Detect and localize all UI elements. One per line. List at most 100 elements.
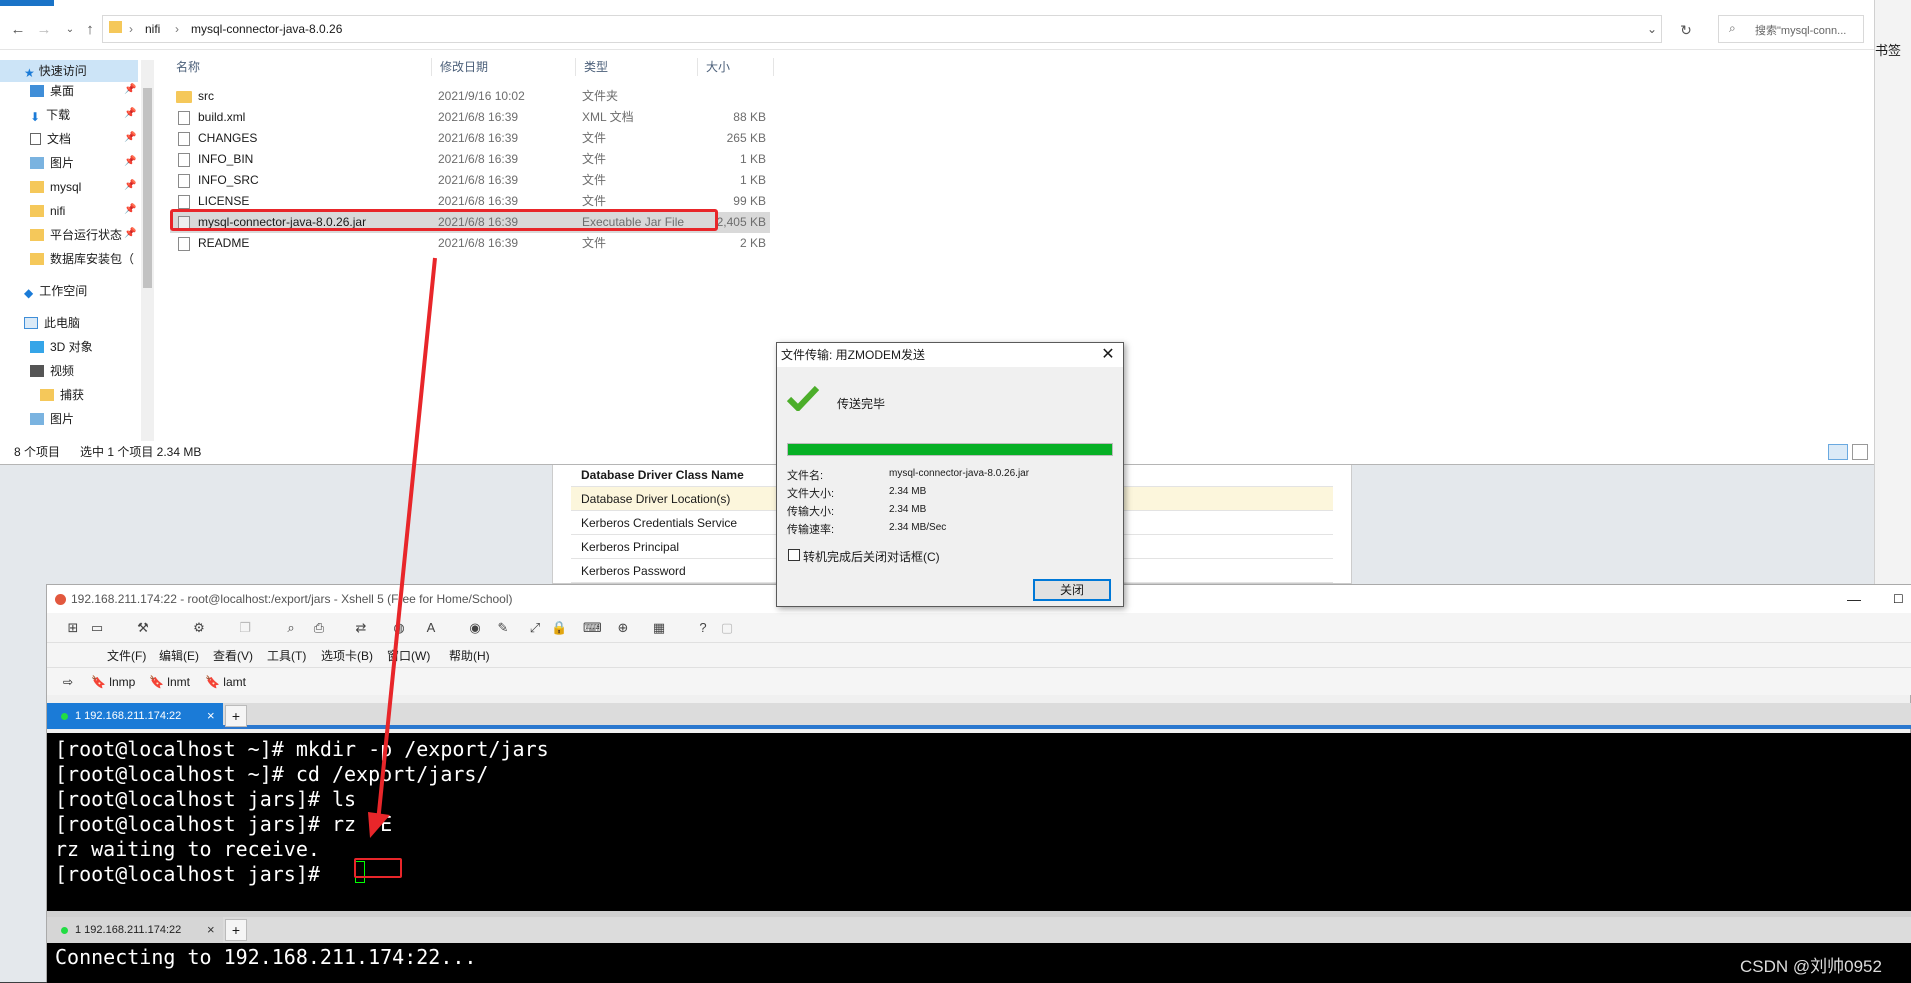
sidebar-item-label: 图片 xyxy=(50,156,75,170)
column-header-size[interactable]: 大小 xyxy=(698,58,774,76)
pin-icon[interactable]: 📌 xyxy=(124,156,136,167)
back-arrow-icon[interactable]: ← xyxy=(8,20,28,40)
pin-icon[interactable]: 📌 xyxy=(124,132,136,143)
keyboard-icon[interactable]: ⌨ xyxy=(583,621,602,635)
sidebar-item-this-pc[interactable]: 此电脑 xyxy=(24,312,80,334)
sidebar-item-downloads[interactable]: ⬇ 下载 xyxy=(30,104,70,126)
pin-icon[interactable]: 📌 xyxy=(124,228,136,239)
file-row[interactable]: src 2021/9/16 10:02 文件夹 xyxy=(170,86,770,107)
print-icon[interactable]: ⎙ xyxy=(311,621,327,635)
lock-icon[interactable]: 🔒 xyxy=(551,621,567,635)
menu-window[interactable]: 窗口(W) xyxy=(387,647,430,664)
field-value: mysql-connector-java-8.0.26.jar xyxy=(889,468,1030,479)
pin-icon[interactable]: 📌 xyxy=(124,180,136,191)
find-icon[interactable]: ⌕ xyxy=(283,621,299,635)
maximize-icon[interactable]: ☐ xyxy=(1893,585,1904,613)
address-input[interactable]: › nifi › mysql-connector-java-8.0.26 ⌄ xyxy=(102,15,1662,43)
sidebar-item-label: nifi xyxy=(50,204,66,218)
sidebar-item-capture[interactable]: 捕获 xyxy=(40,384,84,406)
forward-arrow-icon[interactable]: → xyxy=(34,20,54,40)
bookmark-arrow-icon[interactable]: ⇨ xyxy=(63,675,73,689)
menu-edit[interactable]: 编辑(E) xyxy=(159,647,199,664)
column-header-type[interactable]: 类型 xyxy=(576,58,698,76)
session-tab-2[interactable]: 1 192.168.211.174:22 × xyxy=(47,917,223,943)
sidebar-item-db-packages[interactable]: 数据库安装包（ xyxy=(30,248,138,270)
new-tab-button[interactable]: + xyxy=(225,919,247,941)
large-icons-view-icon[interactable] xyxy=(1852,444,1868,460)
script-icon[interactable]: ✎ xyxy=(495,621,511,635)
refresh-icon[interactable]: ↻ xyxy=(1676,20,1696,40)
new-tab-button[interactable]: + xyxy=(225,705,247,727)
file-name: CHANGES xyxy=(198,131,258,145)
copy-icon[interactable]: ❐ xyxy=(237,621,253,635)
sidebar-item-pictures-2[interactable]: 图片 xyxy=(30,408,74,430)
bookmark-lnmt[interactable]: 🔖 lnmt xyxy=(149,675,190,689)
menu-file[interactable]: 文件(F) xyxy=(107,647,146,664)
close-icon[interactable]: ✕ xyxy=(1097,345,1119,365)
close-tab-icon[interactable]: × xyxy=(207,703,215,729)
recent-chevron-icon[interactable]: ⌄ xyxy=(60,20,80,40)
file-name: README xyxy=(198,236,250,250)
picture-icon xyxy=(30,413,44,425)
up-arrow-icon[interactable]: ↑ xyxy=(80,20,100,40)
chat-icon[interactable]: ▢ xyxy=(719,621,735,635)
close-button[interactable]: 关闭 xyxy=(1033,579,1111,601)
sidebar-item-documents[interactable]: 文档 xyxy=(30,128,71,150)
file-row[interactable]: CHANGES 2021/6/8 16:39 文件 265 KB xyxy=(170,128,770,149)
sidebar-item-nifi[interactable]: nifi xyxy=(30,200,65,222)
pin-icon[interactable]: 📌 xyxy=(124,84,136,95)
terminal-pane-2[interactable]: Connecting to 192.168.211.174:22... xyxy=(47,943,1911,983)
sidebar-item-platform[interactable]: 平台运行状态 xyxy=(30,224,122,246)
layout-icon[interactable]: ▦ xyxy=(651,621,667,635)
file-row[interactable]: INFO_SRC 2021/6/8 16:39 文件 1 KB xyxy=(170,170,770,191)
terminal-pane[interactable]: [root@localhost ~]# mkdir -p /export/jar… xyxy=(47,733,1911,911)
close-tab-icon[interactable]: × xyxy=(207,917,215,943)
menu-tabs[interactable]: 选项卡(B) xyxy=(321,647,373,664)
menu-tools[interactable]: 工具(T) xyxy=(267,647,306,664)
menu-view[interactable]: 查看(V) xyxy=(213,647,253,664)
sidebar-item-3d[interactable]: 3D 对象 xyxy=(30,336,93,358)
sidebar-item-mysql[interactable]: mysql xyxy=(30,176,81,198)
sidebar-item-desktop[interactable]: 桌面 xyxy=(30,80,74,102)
search-input[interactable]: ⌕ 搜索"mysql-conn... xyxy=(1718,15,1864,43)
add-icon[interactable]: ⊕ xyxy=(615,621,631,635)
help-icon[interactable]: ? xyxy=(695,621,711,635)
open-folder-icon[interactable]: ▭ xyxy=(89,621,105,635)
file-row[interactable]: INFO_BIN 2021/6/8 16:39 文件 1 KB xyxy=(170,149,770,170)
column-header-date[interactable]: 修改日期 xyxy=(432,58,576,76)
menu-help[interactable]: 帮助(H) xyxy=(449,647,490,664)
sidebar-item-pictures[interactable]: 图片 xyxy=(30,152,74,174)
file-row[interactable]: README 2021/6/8 16:39 文件 2 KB xyxy=(170,233,770,254)
file-row[interactable]: build.xml 2021/6/8 16:39 XML 文档 88 KB xyxy=(170,107,770,128)
globe-icon[interactable]: ◍ xyxy=(391,621,407,635)
session-tab[interactable]: 1 192.168.211.174:22 × xyxy=(47,703,223,729)
details-view-icon[interactable] xyxy=(1828,444,1848,460)
file-date: 2021/6/8 16:39 xyxy=(438,110,519,124)
address-dropdown-icon[interactable]: ⌄ xyxy=(1647,22,1657,36)
xftp-icon[interactable]: ◉ xyxy=(467,621,483,635)
reconnect-icon[interactable]: ⚒ xyxy=(135,621,151,635)
bookmark-lamt[interactable]: 🔖 lamt xyxy=(205,675,246,689)
sidebar-item-quick-access[interactable]: ★ 快速访问 xyxy=(0,60,138,82)
close-after-transfer-checkbox[interactable] xyxy=(788,549,800,561)
fullscreen-icon[interactable]: ⤢ xyxy=(527,621,543,635)
new-session-icon[interactable]: ⊞ xyxy=(65,621,81,635)
font-icon[interactable]: A xyxy=(423,621,439,635)
file-tab[interactable] xyxy=(0,0,54,6)
transfer-icon[interactable]: ⇄ xyxy=(353,621,369,635)
sidebar-item-workspace[interactable]: ◆ 工作空间 xyxy=(24,280,87,302)
bookmark-lnmp[interactable]: 🔖 lnmp xyxy=(91,675,135,689)
minimize-icon[interactable]: — xyxy=(1847,585,1861,613)
breadcrumb-item[interactable]: mysql-connector-java-8.0.26 xyxy=(191,22,342,36)
file-size: 1 KB xyxy=(739,152,766,166)
computer-icon xyxy=(24,317,38,329)
properties-icon[interactable]: ⚙ xyxy=(191,621,207,635)
sidebar-scroll-thumb[interactable] xyxy=(143,88,152,288)
column-header-name[interactable]: 名称 xyxy=(168,58,432,76)
file-size: 2 KB xyxy=(739,236,766,250)
sidebar-item-videos[interactable]: 视频 xyxy=(30,360,74,382)
pin-icon[interactable]: 📌 xyxy=(124,204,136,215)
pin-icon[interactable]: 📌 xyxy=(124,108,136,119)
file-date: 2021/6/8 16:39 xyxy=(438,152,519,166)
breadcrumb-item[interactable]: nifi xyxy=(145,22,160,36)
